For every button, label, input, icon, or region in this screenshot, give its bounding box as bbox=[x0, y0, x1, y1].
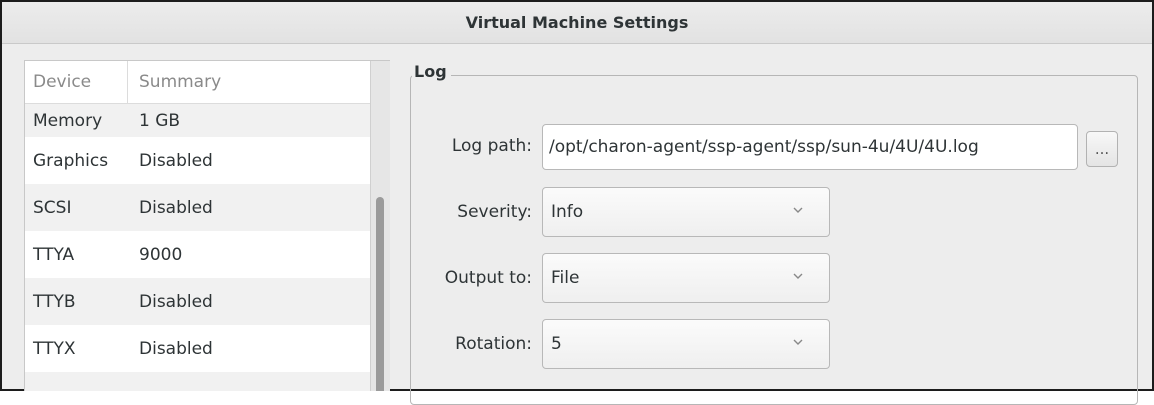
device-name: SCSI bbox=[33, 197, 72, 218]
column-header-summary[interactable]: Summary bbox=[128, 61, 221, 104]
chevron-down-icon bbox=[793, 273, 803, 279]
device-name: TTYX bbox=[33, 338, 76, 359]
rotation-select[interactable]: 5 bbox=[542, 319, 830, 369]
log-path-input[interactable]: /opt/charon-agent/ssp-agent/ssp/sun-4u/4… bbox=[542, 124, 1078, 170]
device-row-ttyx[interactable]: TTYX Disabled bbox=[25, 325, 370, 372]
device-name: Memory bbox=[33, 110, 103, 131]
device-summary: 9000 bbox=[139, 244, 183, 265]
device-row-memory[interactable]: Memory 1 GB bbox=[25, 104, 370, 137]
severity-label: Severity: bbox=[457, 202, 532, 222]
scrollbar-thumb[interactable] bbox=[376, 197, 384, 391]
device-name: Graphics bbox=[33, 150, 109, 171]
device-list-header: Device Summary bbox=[25, 61, 370, 104]
device-summary: Disabled bbox=[139, 291, 213, 312]
device-summary: Disabled bbox=[139, 338, 213, 359]
device-row-graphics[interactable]: Graphics Disabled bbox=[25, 137, 370, 184]
device-row-ttyb[interactable]: TTYB Disabled bbox=[25, 278, 370, 325]
device-row-scsi[interactable]: SCSI Disabled bbox=[25, 184, 370, 231]
device-list: Device Summary Memory 1 GB Graphics Disa… bbox=[24, 60, 390, 391]
rotation-value: 5 bbox=[551, 334, 562, 354]
chevron-down-icon bbox=[793, 207, 803, 213]
severity-value: Info bbox=[551, 202, 584, 222]
chevron-down-icon bbox=[793, 339, 803, 345]
device-summary: Disabled bbox=[139, 150, 213, 171]
device-name: TTYA bbox=[33, 244, 75, 265]
device-summary: 1 GB bbox=[139, 110, 181, 131]
window-title: Virtual Machine Settings bbox=[465, 13, 689, 32]
title-bar[interactable]: Virtual Machine Settings bbox=[2, 2, 1152, 44]
output-select[interactable]: File bbox=[542, 253, 830, 303]
output-label: Output to: bbox=[444, 268, 532, 288]
output-value: File bbox=[551, 268, 580, 288]
rotation-label: Rotation: bbox=[455, 334, 532, 354]
device-rows: Memory 1 GB Graphics Disabled SCSI Disab… bbox=[25, 104, 370, 391]
device-row-ttya[interactable]: TTYA 9000 bbox=[25, 231, 370, 278]
device-row-empty bbox=[25, 372, 370, 391]
device-summary: Disabled bbox=[139, 197, 213, 218]
column-header-device[interactable]: Device bbox=[25, 61, 128, 104]
device-list-scrollbar[interactable] bbox=[370, 61, 390, 391]
log-path-label: Log path: bbox=[451, 136, 532, 156]
severity-select[interactable]: Info bbox=[542, 187, 830, 237]
log-section-title: Log bbox=[412, 62, 451, 81]
device-name: TTYB bbox=[33, 291, 76, 312]
browse-button[interactable]: ... bbox=[1086, 131, 1118, 167]
